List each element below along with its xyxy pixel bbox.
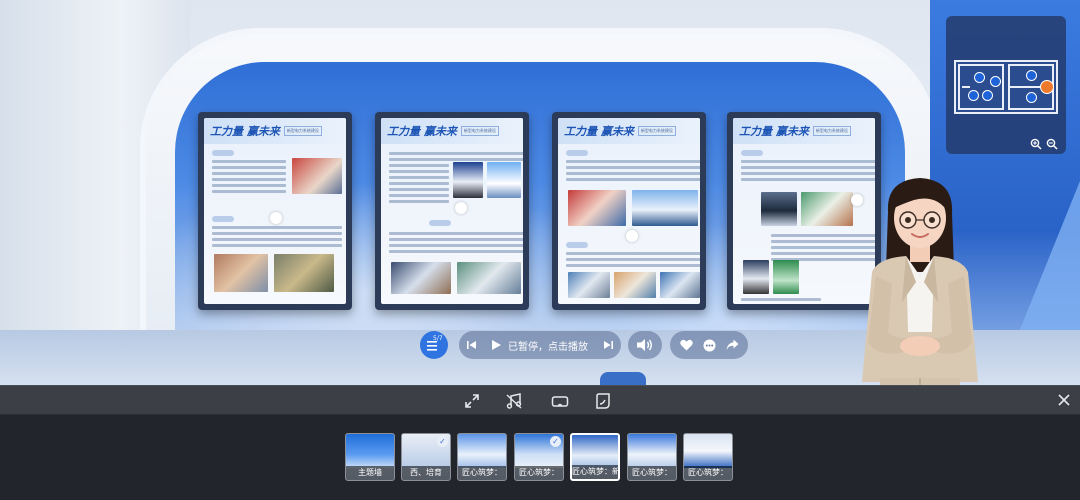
minimap[interactable] <box>946 16 1066 154</box>
social-actions <box>670 331 748 359</box>
minimap-hotspot[interactable] <box>990 76 1001 87</box>
player-status-text: 已暂停，点击播放 <box>508 341 588 353</box>
minimap-room-1[interactable] <box>958 64 1004 110</box>
audio-player-bar[interactable]: 已暂停，点击播放 <box>459 331 621 359</box>
minimap-hotspot[interactable] <box>1026 70 1037 81</box>
exhibit-poster-2[interactable]: 工力量 赢未来 新型电力系统建设 <box>375 112 529 310</box>
virtual-guide-avatar[interactable] <box>858 172 982 415</box>
minimap-floorplan <box>954 60 1058 114</box>
music-icon[interactable] <box>505 392 523 410</box>
check-icon: ✓ <box>550 436 561 447</box>
scene-thumbnail-strip: 主题墙 ✓ 西、培育 匠心筑梦： ✓ 匠心筑梦： 匠心筑梦：新型 匠心筑梦： 匠… <box>0 415 1080 500</box>
thumbnail-caption: 匠心筑梦： <box>458 466 506 480</box>
thumbnail-caption: 匠心筑梦：新型 <box>572 465 618 479</box>
minimap-hotspot[interactable] <box>974 72 985 83</box>
scene-thumbnail-3[interactable]: 匠心筑梦： <box>457 433 507 481</box>
volume-icon <box>637 339 652 351</box>
chat-icon[interactable] <box>703 339 716 352</box>
viewer-toolbar <box>0 385 1080 415</box>
poster-subtitle: 新型电力系统建设 <box>283 126 322 136</box>
thumbnail-caption: 匠心筑梦： <box>628 466 676 480</box>
poster-title: 工力量 赢未来 <box>387 125 457 138</box>
scene-thumbnail-6[interactable]: 匠心筑梦： <box>627 433 677 481</box>
minimap-hotspot[interactable] <box>1026 92 1037 103</box>
scene-thumbnail-5[interactable]: 匠心筑梦：新型 <box>570 433 620 481</box>
skip-previous-icon[interactable] <box>467 340 477 350</box>
virtual-exhibition-viewer: 工力量 赢未来 新型电力系统建设 工力量 赢未来 新型电力系统建设 工力量 赢未… <box>0 0 1080 500</box>
menu-counter: 5/7 <box>433 335 443 342</box>
minimap-hotspot[interactable] <box>982 90 993 101</box>
thumbnail-caption: 匠心筑梦： <box>515 466 563 480</box>
scene-thumbnail-2[interactable]: ✓ 西、培育 <box>401 433 451 481</box>
volume-button[interactable] <box>628 331 662 359</box>
poster-subtitle: 新型电力系统建设 <box>460 126 499 136</box>
lounge-seat <box>600 372 646 385</box>
poster-title: 工力量 赢未来 <box>739 125 809 138</box>
scene-thumbnail-1[interactable]: 主题墙 <box>345 433 395 481</box>
exhibit-poster-3[interactable]: 工力量 赢未来 新型电力系统建设 <box>552 112 706 310</box>
thumbnail-caption: 西、培育 <box>402 466 450 480</box>
poster-title: 工力量 赢未来 <box>210 125 280 138</box>
scene-thumbnail-7[interactable]: 匠心筑梦： <box>683 433 733 481</box>
vr-icon[interactable] <box>551 392 569 410</box>
close-icon[interactable] <box>1056 392 1072 408</box>
poster-subtitle: 新型电力系统建设 <box>637 126 676 136</box>
zoom-in-icon[interactable] <box>1030 138 1042 150</box>
play-icon[interactable] <box>492 340 501 350</box>
minimap-current-position <box>1040 80 1054 94</box>
skip-next-icon[interactable] <box>603 340 613 350</box>
check-icon: ✓ <box>437 436 448 447</box>
exhibit-poster-1[interactable]: 工力量 赢未来 新型电力系统建设 <box>198 112 352 310</box>
minimap-hotspot[interactable] <box>968 90 979 101</box>
scene-thumbnail-4[interactable]: ✓ 匠心筑梦： <box>514 433 564 481</box>
share-icon[interactable] <box>726 339 739 351</box>
heart-icon[interactable] <box>679 339 693 351</box>
fullscreen-icon[interactable] <box>463 392 481 410</box>
thumbnail-caption: 主题墙 <box>346 466 394 480</box>
thumbnail-caption: 匠心筑梦： <box>684 466 732 480</box>
tag-icon[interactable] <box>594 392 612 410</box>
poster-title: 工力量 赢未来 <box>564 125 634 138</box>
poster-subtitle: 新型电力系统建设 <box>812 126 851 136</box>
zoom-out-icon[interactable] <box>1046 138 1058 150</box>
minimap-room-2[interactable] <box>1008 64 1054 110</box>
